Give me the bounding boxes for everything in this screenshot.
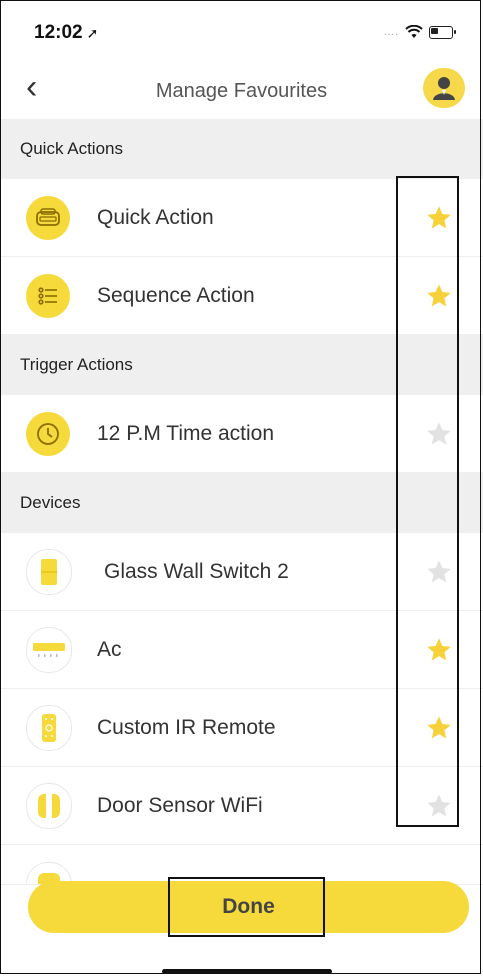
air-conditioner-icon bbox=[26, 626, 72, 673]
door-sensor-icon bbox=[26, 782, 72, 829]
nav-bar: ‹ Manage Favourites bbox=[0, 62, 483, 118]
status-indicators: .... bbox=[383, 25, 456, 39]
star-icon[interactable] bbox=[425, 636, 453, 664]
car-icon bbox=[26, 195, 70, 240]
status-bar: 12:02 ➚ .... bbox=[0, 0, 483, 60]
wall-switch-icon bbox=[26, 548, 72, 595]
list-item-label: Glass Wall Switch 2 bbox=[104, 559, 289, 583]
list-item-label: Custom IR Remote bbox=[97, 715, 276, 739]
star-icon[interactable] bbox=[425, 792, 453, 820]
star-icon[interactable] bbox=[425, 204, 453, 232]
star-icon[interactable] bbox=[425, 420, 453, 448]
list-item-label: 12 P.M Time action bbox=[97, 421, 275, 445]
status-time-text: 12:02 bbox=[34, 22, 83, 43]
list-item[interactable]: Custom IR Remote bbox=[0, 689, 483, 767]
star-icon[interactable] bbox=[425, 558, 453, 586]
battery-icon bbox=[429, 25, 456, 39]
list-item[interactable]: Door Sensor WiFi bbox=[0, 767, 483, 845]
list-item-label: Ac bbox=[97, 637, 122, 661]
section-title: Devices bbox=[20, 493, 81, 512]
list-item[interactable]: Glass Wall Switch 2 bbox=[0, 533, 483, 611]
section-title: Trigger Actions bbox=[20, 355, 133, 374]
section-header-devices: Devices bbox=[0, 473, 483, 533]
user-avatar-button[interactable] bbox=[423, 68, 465, 108]
user-avatar-icon bbox=[433, 77, 455, 100]
list-item-label: Door Sensor WiFi bbox=[97, 793, 263, 817]
remote-icon bbox=[26, 704, 72, 751]
done-area: Done bbox=[28, 881, 469, 933]
list-item[interactable]: 12 P.M Time action bbox=[0, 395, 483, 473]
list-item-label: Sequence Action bbox=[97, 283, 255, 307]
list-item[interactable]: Quick Action bbox=[0, 179, 483, 257]
status-time: 12:02 ➚ bbox=[34, 22, 98, 44]
list-item[interactable]: Sequence Action bbox=[0, 257, 483, 335]
list-item-partial[interactable] bbox=[0, 845, 483, 885]
page-title: Manage Favourites bbox=[155, 80, 328, 102]
home-indicator bbox=[162, 969, 332, 974]
star-icon[interactable] bbox=[425, 282, 453, 310]
signal-icon: .... bbox=[383, 26, 399, 38]
clock-icon bbox=[26, 411, 70, 456]
done-button[interactable]: Done bbox=[28, 881, 469, 933]
list-item-label: Quick Action bbox=[97, 205, 214, 229]
list-item[interactable]: Ac bbox=[0, 611, 483, 689]
section-header-trigger-actions: Trigger Actions bbox=[0, 335, 483, 395]
wifi-icon bbox=[405, 25, 423, 38]
star-icon[interactable] bbox=[425, 714, 453, 742]
list-icon bbox=[26, 273, 70, 318]
section-header-quick-actions: Quick Actions bbox=[0, 119, 483, 179]
section-title: Quick Actions bbox=[20, 139, 123, 158]
location-arrow-icon: ➚ bbox=[86, 25, 99, 41]
